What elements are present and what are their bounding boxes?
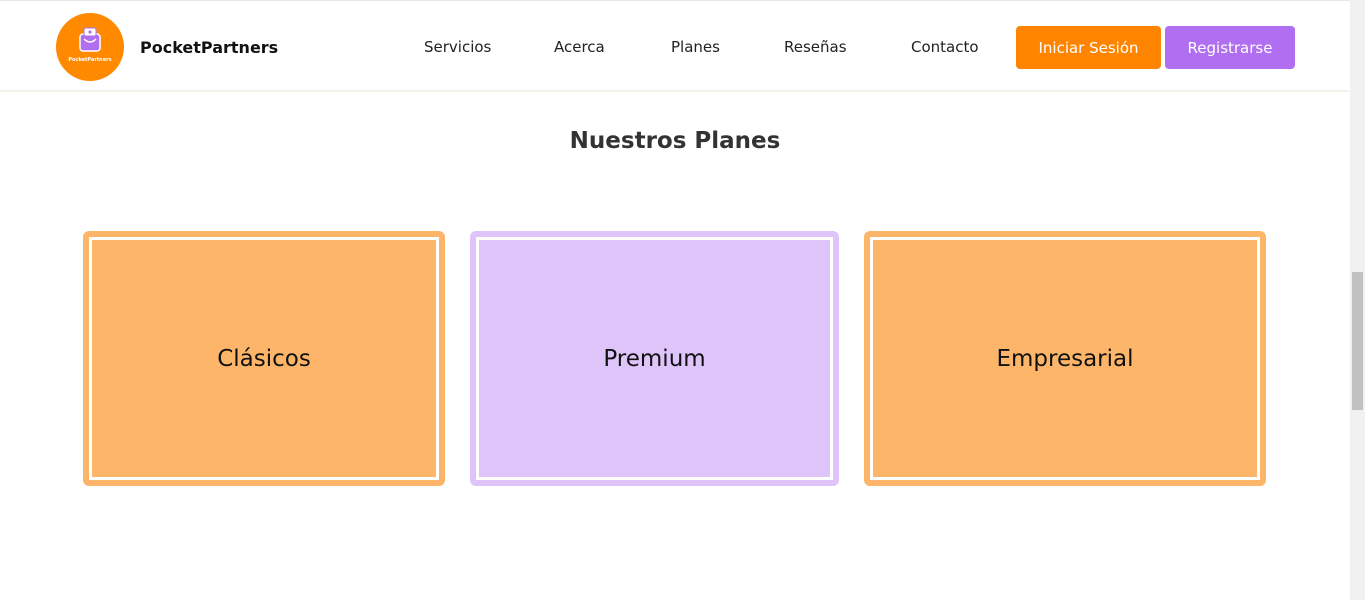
plan-card-clasicos[interactable]: Clásicos xyxy=(83,231,445,486)
plans-section-title: Nuestros Planes xyxy=(569,128,781,154)
plan-card-label: Premium xyxy=(603,345,706,372)
wallet-icon xyxy=(79,27,101,52)
vertical-scrollbar[interactable] xyxy=(1350,0,1365,600)
plan-card-frame: Clásicos xyxy=(89,237,439,480)
register-button[interactable]: Registrarse xyxy=(1165,26,1295,69)
logo-caption: PocketPartners xyxy=(68,57,112,63)
plan-card-label: Clásicos xyxy=(217,345,311,372)
page: PocketPartners PocketPartners Servicios … xyxy=(0,0,1365,600)
plan-card-empresarial[interactable]: Empresarial xyxy=(864,231,1266,486)
nav-link-planes[interactable]: Planes xyxy=(671,38,720,56)
nav-link-acerca[interactable]: Acerca xyxy=(554,38,605,56)
logo-link[interactable]: PocketPartners PocketPartners xyxy=(56,13,278,81)
nav-link-resenas[interactable]: Reseñas xyxy=(784,38,847,56)
logo-icon: PocketPartners xyxy=(56,13,124,81)
scrollbar-thumb[interactable] xyxy=(1352,272,1363,410)
plan-card-frame: Empresarial xyxy=(870,237,1260,480)
site-header: PocketPartners PocketPartners Servicios … xyxy=(0,0,1350,92)
nav-link-servicios[interactable]: Servicios xyxy=(424,38,491,56)
brand-name[interactable]: PocketPartners xyxy=(140,38,278,57)
nav-link-contacto[interactable]: Contacto xyxy=(911,38,979,56)
plan-card-premium[interactable]: Premium xyxy=(470,231,839,486)
plan-card-label: Empresarial xyxy=(996,345,1134,372)
plan-card-frame: Premium xyxy=(476,237,833,480)
login-button[interactable]: Iniciar Sesión xyxy=(1016,26,1161,69)
